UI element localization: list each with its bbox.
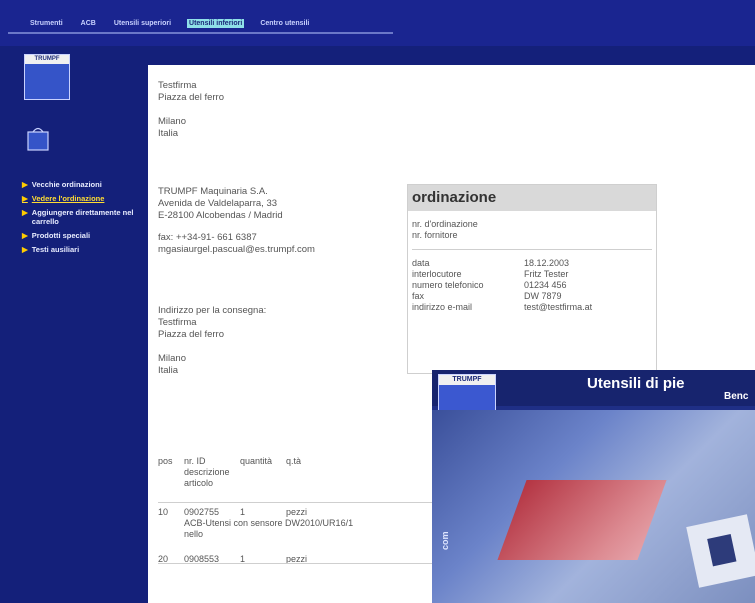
table-divider bbox=[158, 563, 448, 564]
top-nav-item-utensili-inferiori[interactable]: Utensili inferiori bbox=[187, 19, 245, 28]
sidebar-item-vedere-ordinazione[interactable]: ▶ Vedere l'ordinazione bbox=[22, 194, 144, 203]
sidebar: TRUMPF ▶ Vecchie ordinazioni ▶ Vedere l'… bbox=[0, 46, 148, 603]
delivery-street: Piazza del ferro bbox=[158, 329, 225, 340]
sidebar-item-prodotti-speciali[interactable]: ▶ Prodotti speciali bbox=[22, 231, 144, 240]
order-row: fax DW 7879 bbox=[412, 291, 562, 301]
trumpf-logo[interactable]: TRUMPF bbox=[24, 54, 70, 100]
customer-country: Italia bbox=[158, 128, 179, 139]
supplier-address: TRUMPF Maquinaria S.A. Avenida de Valdel… bbox=[158, 186, 315, 256]
order-info-box: ordinazione nr. d'ordinazione nr. fornit… bbox=[407, 184, 657, 374]
supplier-address1: Avenida de Valdelaparra, 33 bbox=[158, 198, 278, 209]
delivery-country: Italia bbox=[158, 365, 179, 376]
table-row[interactable]: 10 0902755 1 pezzi bbox=[158, 507, 444, 518]
delivery-heading: Indirizzo per la consegna: bbox=[158, 305, 267, 316]
top-nav-item-strumenti[interactable]: Strumenti bbox=[28, 19, 65, 28]
bullet-icon: ▶ bbox=[22, 231, 28, 240]
popup-photo bbox=[432, 410, 755, 603]
table-header-article: articolo bbox=[184, 478, 214, 488]
top-nav-item-centro-utensili[interactable]: Centro utensili bbox=[258, 19, 311, 28]
order-label-supplier: nr. fornitore bbox=[412, 230, 458, 240]
popup-side-text: com bbox=[440, 531, 450, 550]
sidebar-item-aggiungere[interactable]: ▶ Aggiungere direttamente nel carrello bbox=[22, 208, 144, 226]
table-header: pos nr. ID quantità q.tà bbox=[158, 456, 302, 466]
sidebar-item-label: Testi ausiliari bbox=[31, 245, 80, 254]
top-nav-items: Strumenti ACB Utensili superiori Utensil… bbox=[28, 19, 311, 28]
top-nav: Strumenti ACB Utensili superiori Utensil… bbox=[0, 0, 755, 46]
bullet-icon: ▶ bbox=[22, 180, 28, 189]
top-nav-item-utensili-superiori[interactable]: Utensili superiori bbox=[112, 19, 173, 28]
photo-red-arrow bbox=[497, 480, 667, 560]
photo-tool-plate bbox=[686, 514, 755, 588]
table-header-description: descrizione bbox=[184, 467, 230, 477]
sidebar-item-label: Vedere l'ordinazione bbox=[31, 194, 105, 203]
sidebar-item-label: Vecchie ordinazioni bbox=[31, 180, 102, 189]
supplier-name: TRUMPF Maquinaria S.A. bbox=[158, 186, 268, 197]
customer-street: Piazza del ferro bbox=[158, 92, 225, 103]
table-row-note: nello bbox=[184, 529, 204, 539]
order-label-number: nr. d'ordinazione bbox=[412, 219, 478, 229]
sidebar-item-label: Prodotti speciali bbox=[31, 231, 91, 240]
sidebar-item-label: Aggiungere direttamente nel carrello bbox=[31, 208, 134, 226]
order-row: numero telefonico 01234 456 bbox=[412, 280, 567, 290]
table-divider bbox=[158, 502, 448, 503]
customer-name: Testfirma bbox=[158, 80, 197, 91]
order-row: interlocutore Fritz Tester bbox=[412, 269, 569, 279]
items-table: pos nr. ID quantità q.tà descrizione art… bbox=[158, 456, 448, 565]
popup-title: Utensili di pie bbox=[587, 375, 685, 392]
promo-popup[interactable]: TRUMPF Utensili di pie Benc com bbox=[432, 370, 755, 603]
customer-address: Testfirma Piazza del ferro Milano Italia bbox=[158, 80, 224, 140]
customer-city: Milano bbox=[158, 116, 186, 127]
delivery-address: Indirizzo per la consegna: Testfirma Pia… bbox=[158, 305, 266, 377]
order-row: data 18.12.2003 bbox=[412, 258, 570, 268]
supplier-fax: fax: ++34-91- 661 6387 bbox=[158, 232, 257, 243]
logo-text: TRUMPF bbox=[25, 55, 69, 64]
top-nav-underline bbox=[8, 32, 393, 34]
order-heading: ordinazione bbox=[408, 185, 656, 211]
bullet-icon: ▶ bbox=[22, 194, 28, 203]
order-row: indirizzo e-mail test@testfirma.at bbox=[412, 302, 593, 312]
bullet-icon: ▶ bbox=[22, 245, 28, 254]
top-nav-item-acb[interactable]: ACB bbox=[79, 19, 98, 28]
delivery-city: Milano bbox=[158, 353, 186, 364]
shopping-bag-icon[interactable] bbox=[26, 124, 50, 152]
table-row-description: ACB-Utensi con sensore DW2010/UR16/1 bbox=[184, 518, 354, 528]
sidebar-item-testi-ausiliari[interactable]: ▶ Testi ausiliari bbox=[22, 245, 144, 254]
sidebar-item-vecchie-ordinazioni[interactable]: ▶ Vecchie ordinazioni bbox=[22, 180, 144, 189]
supplier-address2: E-28100 Alcobendas / Madrid bbox=[158, 210, 283, 221]
popup-subtitle: Benc bbox=[724, 391, 749, 402]
bullet-icon: ▶ bbox=[22, 208, 28, 217]
popup-logo-text: TRUMPF bbox=[439, 375, 495, 385]
sidebar-menu: ▶ Vecchie ordinazioni ▶ Vedere l'ordinaz… bbox=[22, 180, 144, 259]
supplier-email[interactable]: mgasiaurgel.pascual@es.trumpf.com bbox=[158, 244, 315, 256]
delivery-name: Testfirma bbox=[158, 317, 197, 328]
